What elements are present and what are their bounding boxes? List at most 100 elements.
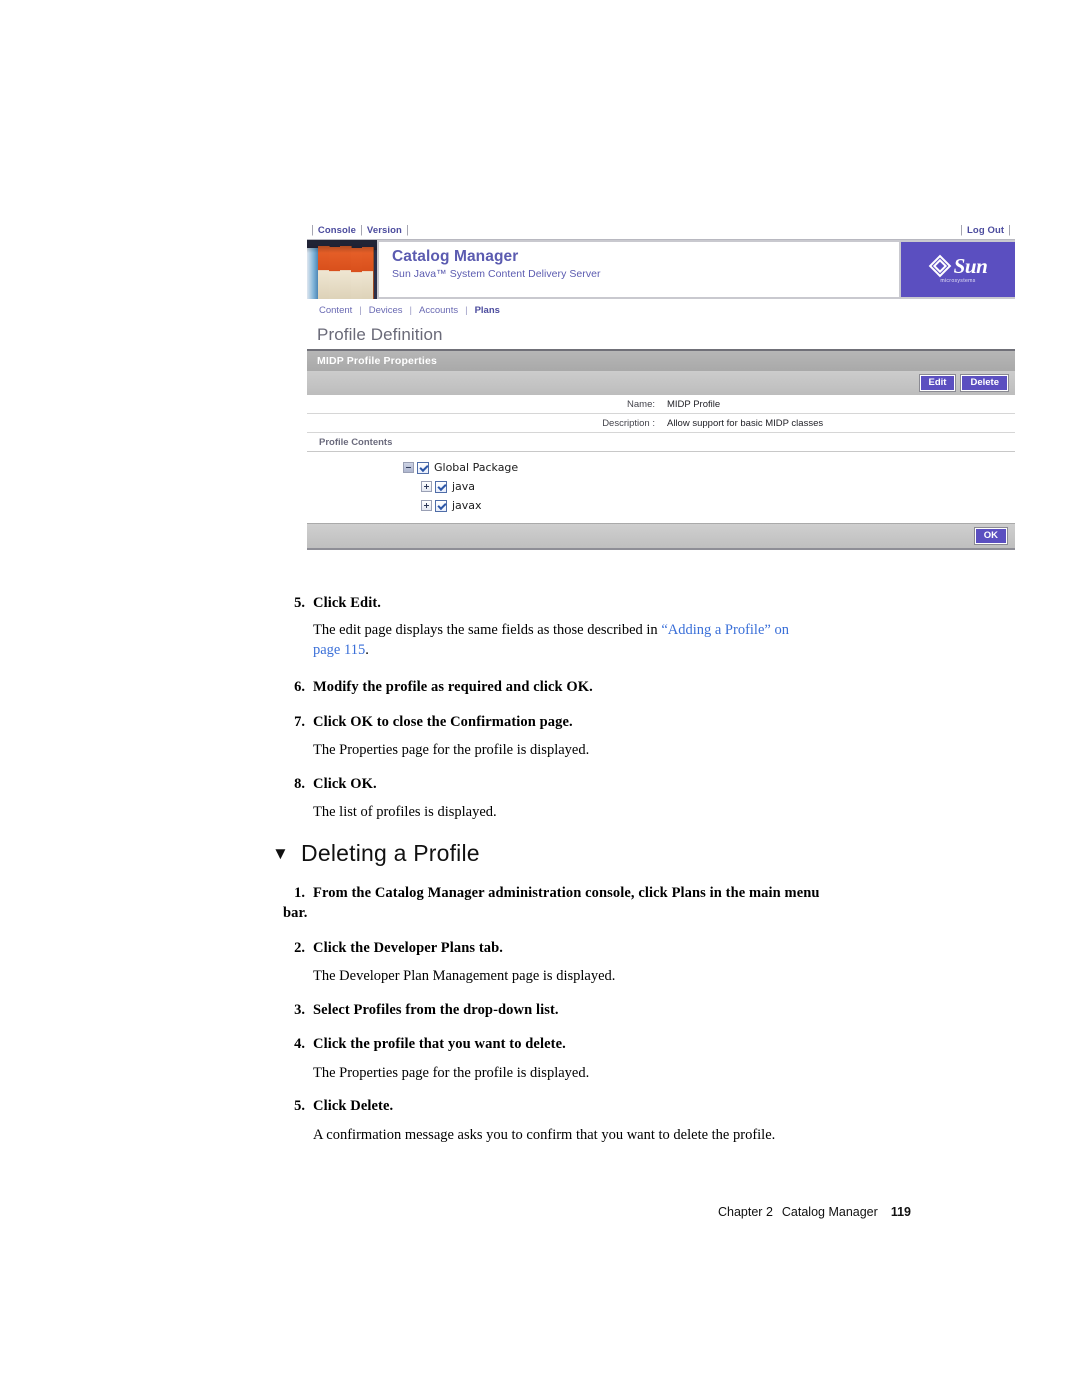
tree-node-label: javax (452, 499, 482, 512)
panel-title: MIDP Profile Properties (307, 351, 1015, 371)
tab-devices[interactable]: Devices (369, 305, 403, 316)
panel-bottom-rule (307, 548, 1015, 550)
step-number: 4. (294, 1036, 305, 1052)
page-115-link[interactable]: page 115 (313, 642, 365, 658)
step-number: 6. (294, 679, 305, 695)
para-developer-plan-management: The Developer Plan Management page is di… (313, 968, 616, 984)
photo-shading (307, 240, 377, 299)
para-confirmation-message: A confirmation message asks you to confi… (313, 1127, 776, 1143)
footer-page-number: 119 (890, 1205, 911, 1219)
page-footer: Chapter 2 Catalog Manager 119 (718, 1205, 911, 1219)
sun-logo: Sun microsystems (928, 253, 988, 284)
checkbox-checked-icon[interactable] (417, 461, 429, 474)
ok-button[interactable]: OK (974, 527, 1007, 545)
tab-accounts[interactable]: Accounts (419, 305, 458, 316)
para-properties-displayed-2: The Properties page for the profile is d… (313, 1065, 590, 1081)
step-5-click-edit: 5. Click Edit. (283, 594, 973, 614)
name-value: MIDP Profile (667, 398, 721, 410)
tab-plans[interactable]: Plans (475, 305, 500, 316)
tree-node-javax[interactable]: javax (403, 496, 1015, 515)
step-label: Modify the profile as required and click… (313, 679, 593, 695)
expand-toggle-icon[interactable] (421, 500, 432, 511)
step-label: Click Delete. (313, 1098, 394, 1114)
step-label: From the Catalog Manager administration … (283, 885, 820, 921)
delete-button[interactable]: Delete (961, 374, 1008, 392)
utility-bar-left: | Console | Version | (307, 224, 413, 237)
tab-content[interactable]: Content (319, 305, 352, 316)
step-label: Select Profiles from the drop-down list. (313, 1002, 559, 1018)
masthead-title-block: Catalog Manager Sun Java™ System Content… (379, 242, 899, 297)
profile-properties-panel: MIDP Profile Properties Edit Delete Name… (307, 351, 1015, 550)
separator-icon: | (311, 224, 314, 236)
separator-icon: | (409, 304, 413, 316)
step-label: Click Edit. (313, 595, 381, 611)
masthead: Catalog Manager Sun Java™ System Content… (307, 240, 1015, 299)
step-label: Click OK to close the Confirmation page. (313, 714, 573, 730)
checkbox-checked-icon[interactable] (435, 499, 447, 512)
step-label-line2: bar. (283, 904, 308, 921)
step-8-click-ok: 8. Click OK. (283, 775, 973, 795)
description-label: Description : (602, 417, 655, 429)
step-label: Click the Developer Plans tab. (313, 940, 504, 956)
step-number: 2. (294, 940, 305, 956)
profile-contents-label: Profile Contents (307, 433, 1015, 452)
step-number: 5. (294, 595, 305, 611)
step-3-select-profiles: 3. Select Profiles from the drop-down li… (283, 1001, 973, 1021)
triangle-marker-icon: ▼ (272, 844, 290, 863)
field-row-name: Name: MIDP Profile (307, 395, 1015, 414)
step-label: Click OK. (313, 776, 377, 792)
para-edit-page: The edit page displays the same fields a… (313, 620, 973, 660)
separator-icon: | (465, 304, 468, 316)
utility-bar: | Console | Version | | Log Out | (307, 222, 1015, 240)
step-label-line1: From the Catalog Manager administration … (313, 885, 820, 901)
sun-wordmark: Sun (953, 253, 988, 278)
separator-icon: | (360, 224, 363, 236)
separator-icon: | (960, 224, 964, 236)
panel-footer-bar: OK (307, 523, 1015, 548)
expand-toggle-icon[interactable] (421, 481, 432, 492)
page-title: Profile Definition (307, 321, 1015, 351)
step-number: 7. (294, 714, 305, 730)
footer-chapter: Chapter 2 (718, 1205, 773, 1219)
separator-icon: | (1008, 224, 1011, 236)
edit-button[interactable]: Edit (919, 374, 956, 392)
module-tab-bar: Content | Devices | Accounts | Plans (307, 299, 1015, 321)
log-out-link[interactable]: Log Out (967, 225, 1004, 236)
app-subtitle: Sun Java™ System Content Delivery Server (392, 268, 601, 281)
footer-book: Catalog Manager (781, 1205, 878, 1219)
profile-contents-tree: Global Package java javax (307, 452, 1015, 523)
para-list-of-profiles: The list of profiles is displayed. (313, 804, 497, 820)
separator-icon: | (359, 304, 362, 316)
step-4-click-profile-to-delete: 4. Click the profile that you want to de… (283, 1035, 973, 1055)
checkbox-checked-icon[interactable] (435, 480, 447, 493)
step-number: 1. (294, 885, 305, 901)
app-title: Catalog Manager (392, 248, 519, 265)
collapse-toggle-icon[interactable] (403, 462, 414, 473)
utility-bar-spacer (413, 222, 956, 239)
step-5-click-delete: 5. Click Delete. (283, 1097, 973, 1117)
tree-node-global-package[interactable]: Global Package (403, 458, 1015, 477)
console-link[interactable]: Console (318, 225, 356, 236)
panel-action-bar: Edit Delete (307, 371, 1015, 395)
step-1-click-plans: 1. From the Catalog Manager administrati… (283, 884, 973, 923)
embedded-app-screenshot: | Console | Version | | Log Out | Catalo… (307, 222, 1015, 550)
step-2-developer-plans-tab: 2. Click the Developer Plans tab. (283, 939, 973, 959)
step-number: 8. (294, 776, 305, 792)
tree-node-label: Global Package (434, 461, 519, 474)
sun-logo-row: Sun (928, 253, 988, 278)
step-6-modify-profile: 6. Modify the profile as required and cl… (283, 678, 973, 698)
tree-node-label: java (452, 480, 476, 493)
section-heading-deleting-a-profile: ▼ Deleting a Profile (272, 840, 480, 867)
para-edit-text: The edit page displays the same fields a… (313, 622, 662, 638)
adding-a-profile-link[interactable]: “Adding a Profile” on (661, 622, 789, 638)
para-properties-displayed-1: The Properties page for the profile is d… (313, 742, 590, 758)
field-row-description: Description : Allow support for basic MI… (307, 414, 1015, 433)
bookshelf-photo (307, 240, 377, 299)
tree-node-java[interactable]: java (403, 477, 1015, 496)
sun-diamond-icon (928, 254, 951, 278)
version-link[interactable]: Version (367, 225, 402, 236)
step-number: 3. (294, 1002, 305, 1018)
step-label: Click the profile that you want to delet… (313, 1036, 566, 1052)
sun-logo-panel: Sun microsystems (901, 242, 1015, 297)
step-7-click-ok-confirmation: 7. Click OK to close the Confirmation pa… (283, 713, 973, 733)
